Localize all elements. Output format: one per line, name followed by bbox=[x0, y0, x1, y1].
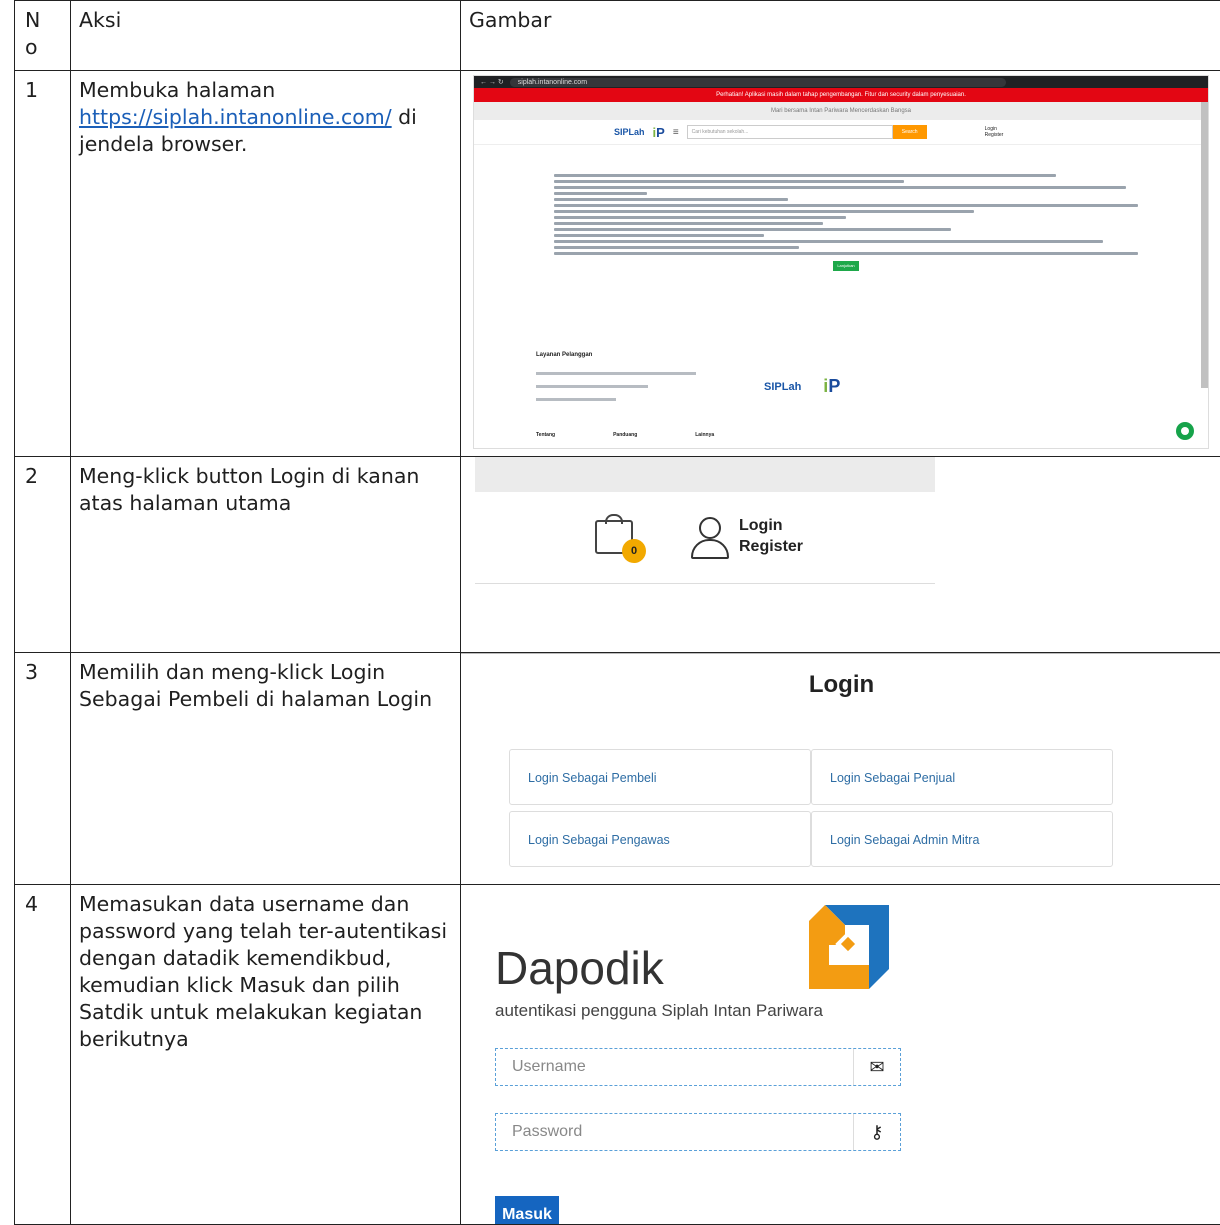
user-icon bbox=[689, 517, 729, 561]
search-button: Search bbox=[893, 125, 927, 139]
key-icon: ⚷ bbox=[853, 1114, 900, 1150]
customer-service-heading: Layanan Pelanggan bbox=[536, 352, 592, 358]
footer-col: Tentang bbox=[536, 432, 555, 438]
login-pengawas-tile: Login Sebagai Pengawas bbox=[509, 811, 811, 867]
masuk-button: Masuk bbox=[495, 1196, 559, 1225]
siplah-logo: SIPLah bbox=[614, 127, 645, 137]
row-1-action: Membuka halaman https://siplah.intanonli… bbox=[71, 71, 460, 158]
site-header: SIPLah iP ≡ Cari kebutuhan sekolah... Se… bbox=[474, 120, 1208, 145]
scrollbar bbox=[1201, 102, 1208, 388]
footer-columns: Tentang Panduang Lainnya bbox=[536, 432, 714, 438]
header-gambar: Gambar bbox=[461, 1, 1220, 34]
login-register-link: Login Register bbox=[739, 515, 803, 557]
envelope-icon: ✉ bbox=[853, 1049, 900, 1085]
dapodik-brand: Dapodik bbox=[495, 941, 664, 995]
ip-logo: iP bbox=[653, 125, 665, 140]
cart-badge: 0 bbox=[622, 539, 646, 563]
continue-button: Lanjutkan bbox=[833, 261, 859, 271]
login-register-link: LoginRegister bbox=[985, 126, 1004, 138]
dapodik-login-screenshot: Dapodik autentikasi pengguna Siplah Inta… bbox=[475, 885, 923, 1225]
login-penjual-tile: Login Sebagai Penjual bbox=[811, 749, 1113, 805]
register-text: Register bbox=[985, 132, 1004, 138]
login-pembeli-tile: Login Sebagai Pembeli bbox=[509, 749, 811, 805]
browser-toolbar: ← → ↻ siplah.intanonline.com bbox=[474, 76, 1208, 88]
address-bar: siplah.intanonline.com bbox=[510, 78, 1006, 87]
search-input: Cari kebutuhan sekolah... bbox=[687, 125, 893, 139]
ip-logo-p: P bbox=[828, 376, 840, 396]
header-no: N o bbox=[15, 1, 70, 61]
divider bbox=[461, 653, 1220, 654]
footer-contact bbox=[536, 372, 696, 411]
divider bbox=[475, 583, 935, 584]
action-text: Membuka halaman bbox=[79, 78, 275, 102]
header-crop-screenshot: 0 Login Register bbox=[475, 457, 935, 597]
password-field: Password ⚷ bbox=[495, 1113, 901, 1151]
password-placeholder: Password bbox=[512, 1123, 582, 1141]
footer-ip-logo: iP bbox=[823, 376, 840, 397]
header-aksi-cell: Aksi bbox=[71, 1, 461, 71]
row-number: 2 bbox=[15, 457, 70, 490]
login-text: Login bbox=[739, 517, 783, 534]
menu-icon: ≡ bbox=[673, 127, 679, 138]
footer-siplah-logo: SIPLah bbox=[764, 381, 801, 393]
auth-subtitle: autentikasi pengguna Siplah Intan Pariwa… bbox=[495, 1001, 823, 1021]
header-no-cell: N o bbox=[15, 1, 71, 71]
header-gambar-cell: Gambar bbox=[461, 1, 1220, 71]
footer-col: Panduang bbox=[613, 432, 637, 438]
login-page-screenshot: Login Login Sebagai Pembeli Login Sebaga… bbox=[461, 653, 1220, 885]
terms-list: Lanjutkan bbox=[474, 145, 1208, 271]
header-aksi: Aksi bbox=[71, 1, 460, 34]
row-number: 4 bbox=[15, 885, 70, 918]
dapodik-logo-icon bbox=[805, 901, 893, 989]
row-number: 1 bbox=[15, 71, 70, 104]
nav-arrows-icon: ← → ↻ bbox=[480, 78, 504, 86]
login-admin-mitra-tile: Login Sebagai Admin Mitra bbox=[811, 811, 1113, 867]
siplah-link[interactable]: https://siplah.intanonline.com/ bbox=[79, 105, 392, 129]
register-text: Register bbox=[739, 538, 803, 555]
login-title: Login bbox=[461, 671, 1220, 699]
warning-banner: Perhatian! Aplikasi masih dalam tahap pe… bbox=[474, 88, 1208, 102]
row-4-action: Memasukan data username dan password yan… bbox=[71, 885, 460, 1053]
username-field: Username ✉ bbox=[495, 1048, 901, 1086]
tagline: Mari bersama Intan Pariwara Mencerdaskan… bbox=[474, 102, 1208, 120]
username-placeholder: Username bbox=[512, 1058, 586, 1076]
footer-logos: SIPLah iP bbox=[764, 376, 840, 397]
procedure-table: N o Aksi Gambar 1 Membuka halaman https:… bbox=[14, 0, 1220, 1225]
ip-logo-p: P bbox=[656, 125, 665, 140]
row-3-action: Memilih dan meng-klick Login Sebagai Pem… bbox=[71, 653, 460, 713]
gray-bar bbox=[475, 457, 935, 492]
row-2-action: Meng-klick button Login di kanan atas ha… bbox=[71, 457, 460, 517]
row-number: 3 bbox=[15, 653, 70, 686]
homepage-screenshot: ← → ↻ siplah.intanonline.com Perhatian! … bbox=[473, 75, 1209, 449]
chat-icon bbox=[1176, 422, 1194, 440]
footer-col: Lainnya bbox=[695, 432, 714, 438]
